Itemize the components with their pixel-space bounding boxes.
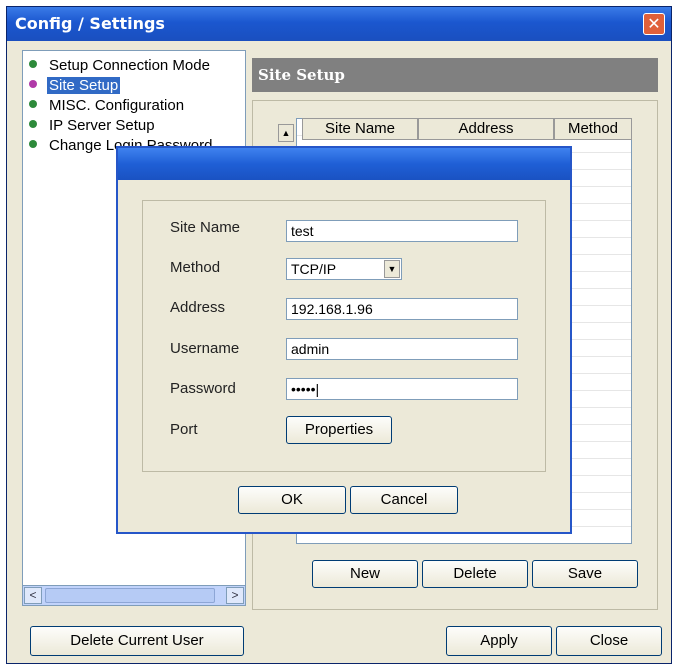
column-header-site-name[interactable]: Site Name <box>302 118 418 140</box>
delete-current-user-button[interactable]: Delete Current User <box>30 626 244 656</box>
tree-horizontal-scrollbar[interactable]: < > <box>23 585 245 605</box>
tree-item-ip-server-setup[interactable]: IP Server Setup <box>29 117 157 135</box>
method-label: Method <box>170 259 221 276</box>
save-site-button[interactable]: Save <box>532 560 638 588</box>
site-edit-dialog: Site Name test Method TCP/IP ▼ Address 1… <box>116 146 572 534</box>
password-label: Password <box>170 380 236 397</box>
section-header-site-setup: Site Setup <box>252 58 658 92</box>
close-button[interactable]: Close <box>556 626 662 656</box>
password-field[interactable]: •••••| <box>286 378 518 400</box>
column-header-method[interactable]: Method <box>554 118 632 140</box>
tree-bullet-icon <box>29 60 37 69</box>
method-select[interactable]: TCP/IP ▼ <box>286 258 402 280</box>
site-name-field[interactable]: test <box>286 220 518 242</box>
column-header-address[interactable]: Address <box>418 118 554 140</box>
scroll-left-icon[interactable]: < <box>24 587 42 604</box>
username-field[interactable]: admin <box>286 338 518 360</box>
address-field[interactable]: 192.168.1.96 <box>286 298 518 320</box>
window-title: Config / Settings <box>15 14 165 33</box>
tree-item-site-setup[interactable]: Site Setup <box>29 77 121 95</box>
username-label: Username <box>170 340 240 357</box>
properties-button[interactable]: Properties <box>286 416 392 444</box>
window-titlebar[interactable]: Config / Settings ✕ <box>7 7 671 41</box>
cancel-button[interactable]: Cancel <box>350 486 458 514</box>
tree-bullet-icon <box>29 100 37 109</box>
ok-button[interactable]: OK <box>238 486 346 514</box>
method-value: TCP/IP <box>291 261 337 277</box>
site-name-label: Site Name <box>170 219 241 236</box>
tree-item-misc-configuration[interactable]: MISC. Configuration <box>29 97 186 115</box>
scroll-right-icon[interactable]: > <box>226 587 244 604</box>
dialog-titlebar[interactable] <box>118 148 570 180</box>
close-window-icon[interactable]: ✕ <box>643 13 665 35</box>
delete-site-button[interactable]: Delete <box>422 560 528 588</box>
tree-bullet-icon <box>29 140 37 149</box>
tree-item-setup-connection-mode[interactable]: Setup Connection Mode <box>29 57 212 75</box>
chevron-down-icon[interactable]: ▼ <box>384 260 400 278</box>
sort-up-icon[interactable]: ▲ <box>278 124 294 142</box>
port-label: Port <box>170 421 198 438</box>
tree-bullet-icon <box>29 80 37 89</box>
apply-button[interactable]: Apply <box>446 626 552 656</box>
new-site-button[interactable]: New <box>312 560 418 588</box>
tree-bullet-icon <box>29 120 37 129</box>
address-label: Address <box>170 299 226 316</box>
scroll-thumb[interactable] <box>45 588 215 603</box>
